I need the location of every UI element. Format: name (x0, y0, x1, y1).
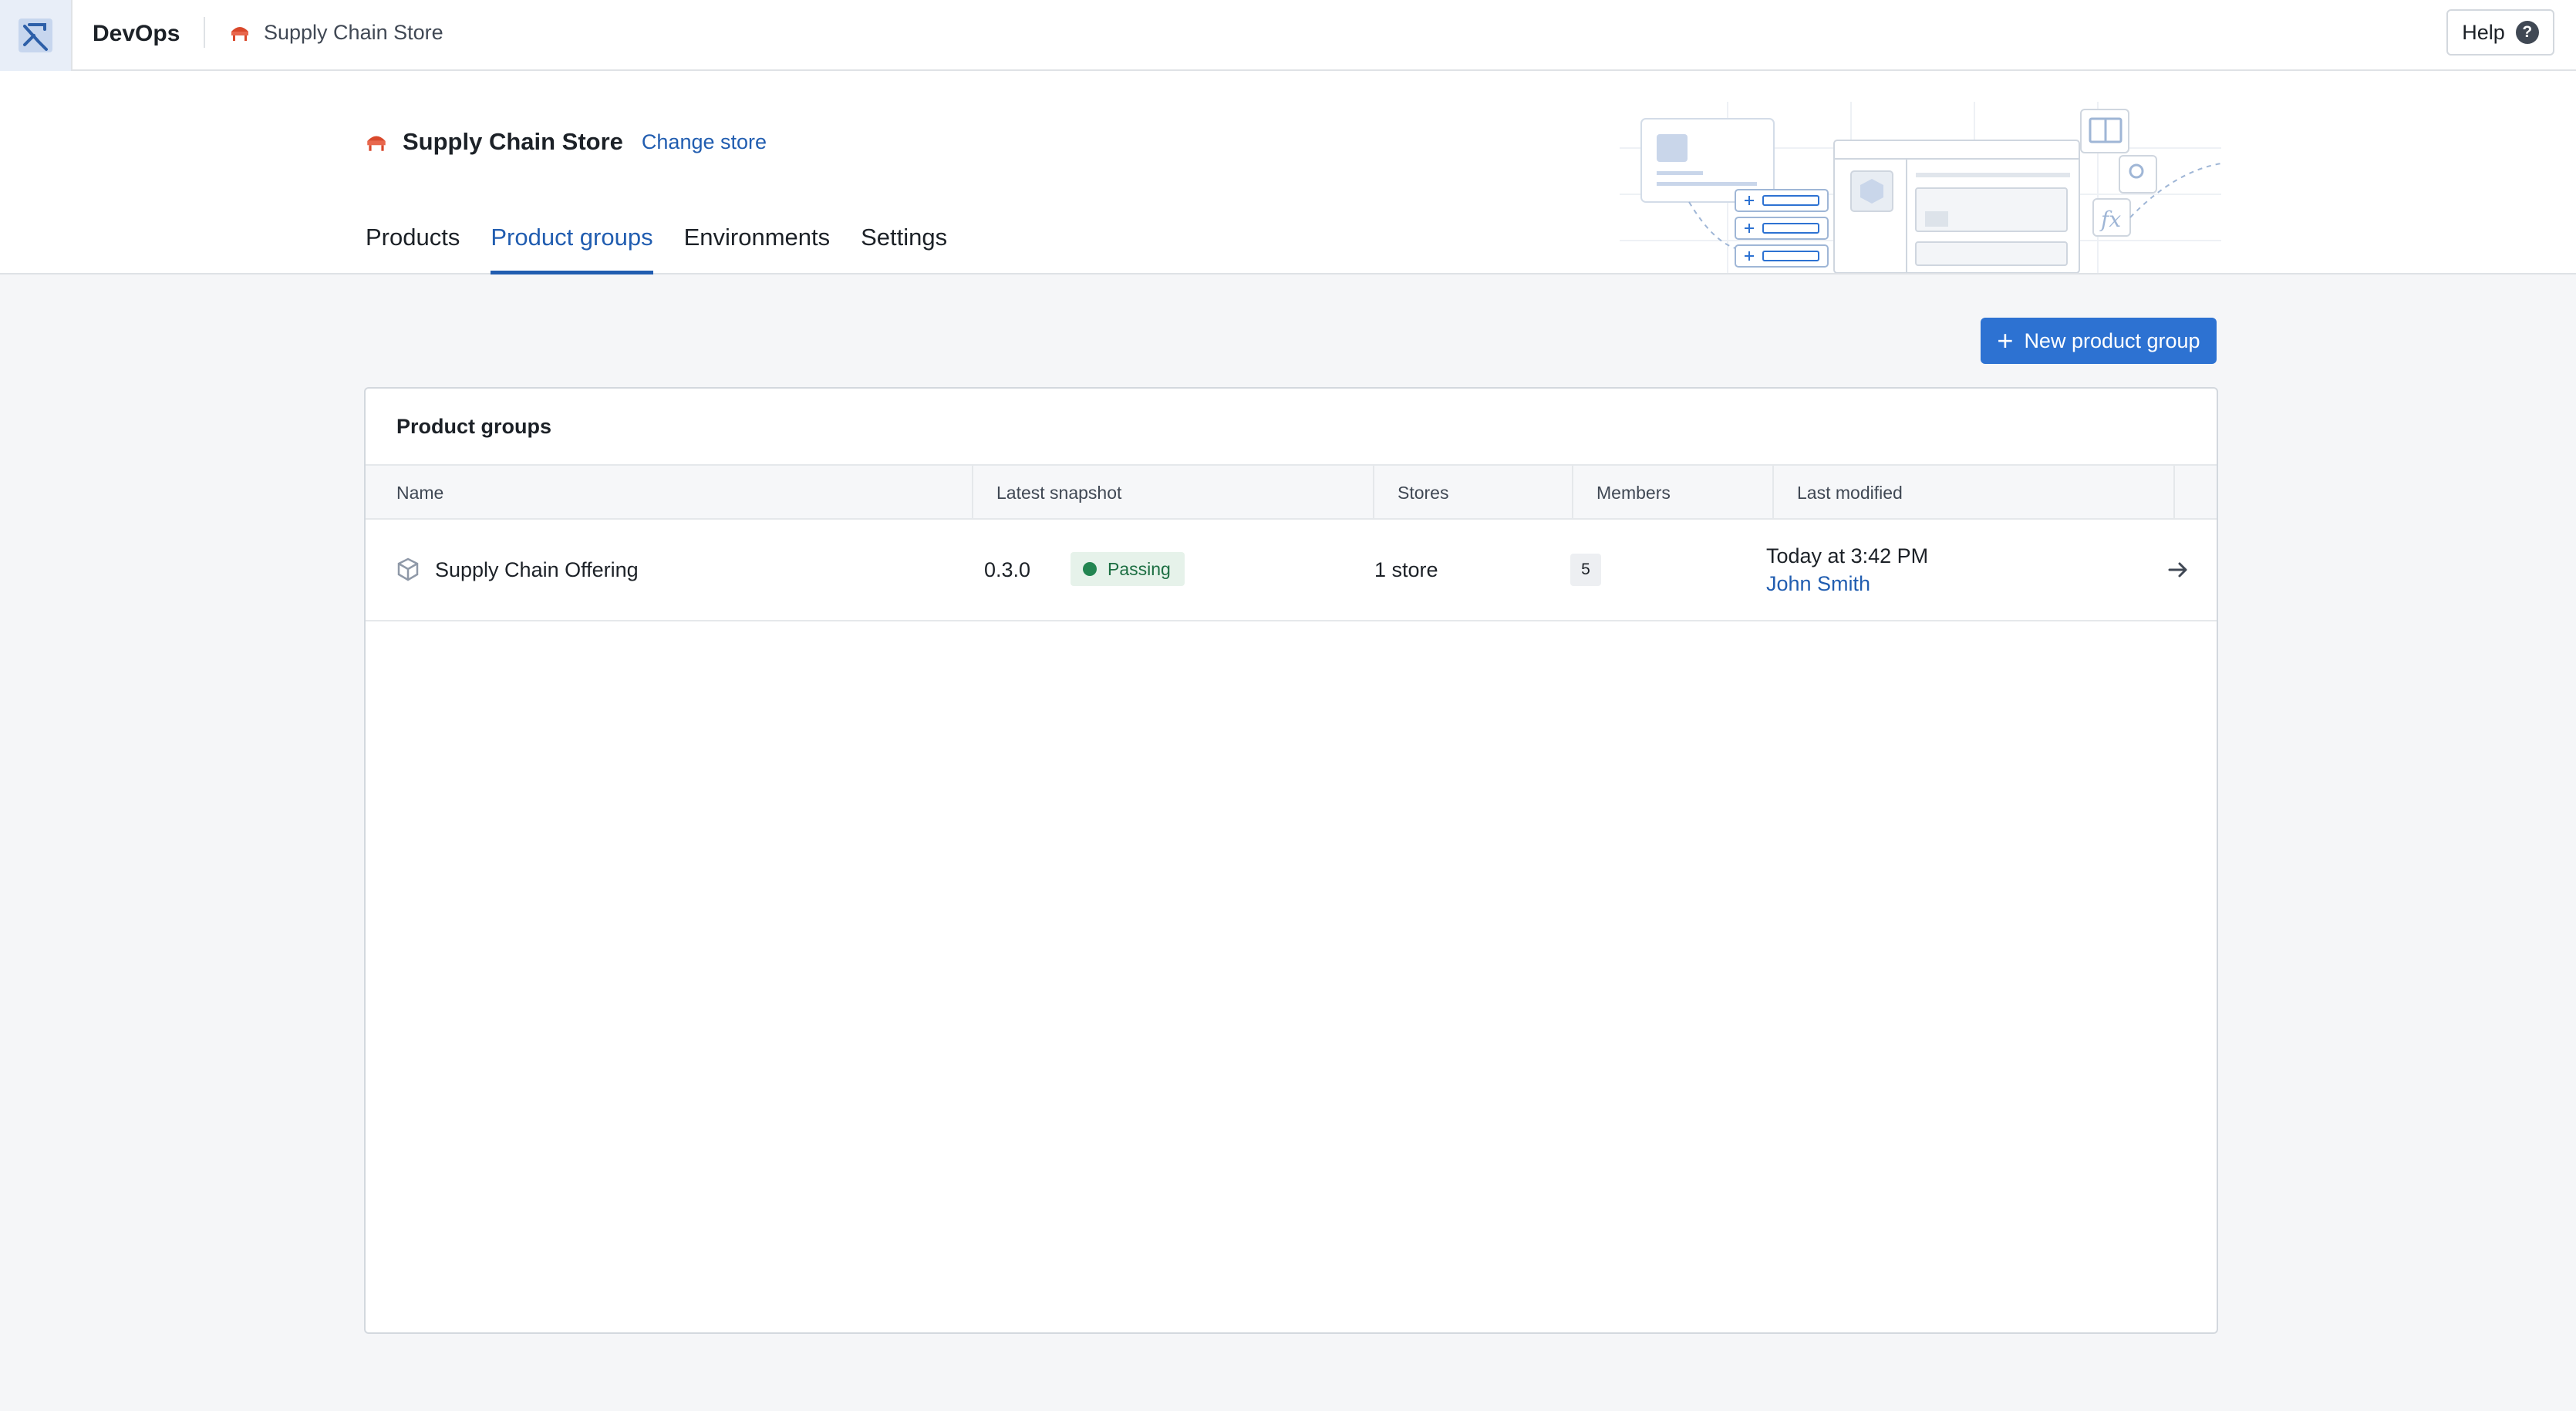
product-groups-card: Product groups Name Latest snapshot Stor… (364, 387, 2218, 1334)
modified-by-link[interactable]: John Smith (1766, 570, 1870, 598)
row-name-cell: Supply Chain Offering (395, 520, 639, 620)
stores-count: 1 store (1374, 557, 1438, 581)
plus-icon: + (1997, 325, 2014, 356)
new-product-group-label: New product group (2024, 328, 2200, 352)
top-bar: DevOps Supply Chain Store Help ? (0, 0, 2576, 71)
tab-products[interactable]: Products (366, 221, 460, 274)
status-badge: Passing (1071, 552, 1185, 586)
status-label: Passing (1108, 558, 1171, 579)
column-header-stores[interactable]: Stores (1374, 466, 1573, 520)
store-heading: Supply Chain Store Change store (364, 126, 767, 157)
change-store-link[interactable]: Change store (642, 130, 767, 154)
status-dot-icon (1083, 562, 1097, 576)
last-modified-cell: Today at 3:42 PM John Smith (1766, 520, 1928, 620)
breadcrumb-store[interactable]: Supply Chain Store (228, 17, 443, 48)
tab-bar: Products Product groups Environments Set… (366, 221, 978, 274)
card-title: Product groups (396, 415, 551, 438)
breadcrumb-label: Supply Chain Store (264, 20, 443, 44)
modified-time: Today at 3:42 PM (1766, 544, 1929, 567)
column-header-members[interactable]: Members (1573, 466, 1774, 520)
store-icon (231, 27, 248, 41)
members-count: 5 (1570, 554, 1601, 586)
header-illustration: fx (1620, 102, 2221, 273)
divider (204, 17, 205, 48)
table-header: Name Latest snapshot Stores Members Last… (366, 464, 2217, 520)
help-label: Help (2462, 20, 2505, 44)
row-name: Supply Chain Offering (435, 557, 639, 581)
new-product-group-button[interactable]: + New product group (1981, 318, 2217, 364)
svg-text:fx: fx (2099, 207, 2121, 232)
column-header-name[interactable]: Name (366, 466, 973, 520)
table-row[interactable]: Supply Chain Offering 0.3.0 Passing 1 st… (366, 520, 2217, 621)
arrow-right-icon (2168, 562, 2187, 578)
product-group-icon (397, 557, 419, 581)
open-row-button[interactable] (2163, 520, 2193, 620)
store-icon (367, 136, 386, 151)
snapshot-version: 0.3.0 (984, 557, 1031, 581)
column-header-latest-snapshot[interactable]: Latest snapshot (973, 466, 1374, 520)
tab-environments[interactable]: Environments (684, 221, 831, 274)
page-title: Supply Chain Store (403, 128, 623, 155)
tab-settings[interactable]: Settings (861, 221, 947, 274)
tab-product-groups[interactable]: Product groups (491, 221, 653, 274)
column-header-last-modified[interactable]: Last modified (1774, 466, 2175, 520)
question-circle-icon: ? (2515, 21, 2539, 44)
devops-logo-icon[interactable] (0, 0, 72, 71)
app-name[interactable]: DevOps (93, 19, 180, 49)
page-header: Supply Chain Store Change store Products… (0, 71, 2576, 274)
help-button[interactable]: Help ? (2446, 9, 2554, 56)
